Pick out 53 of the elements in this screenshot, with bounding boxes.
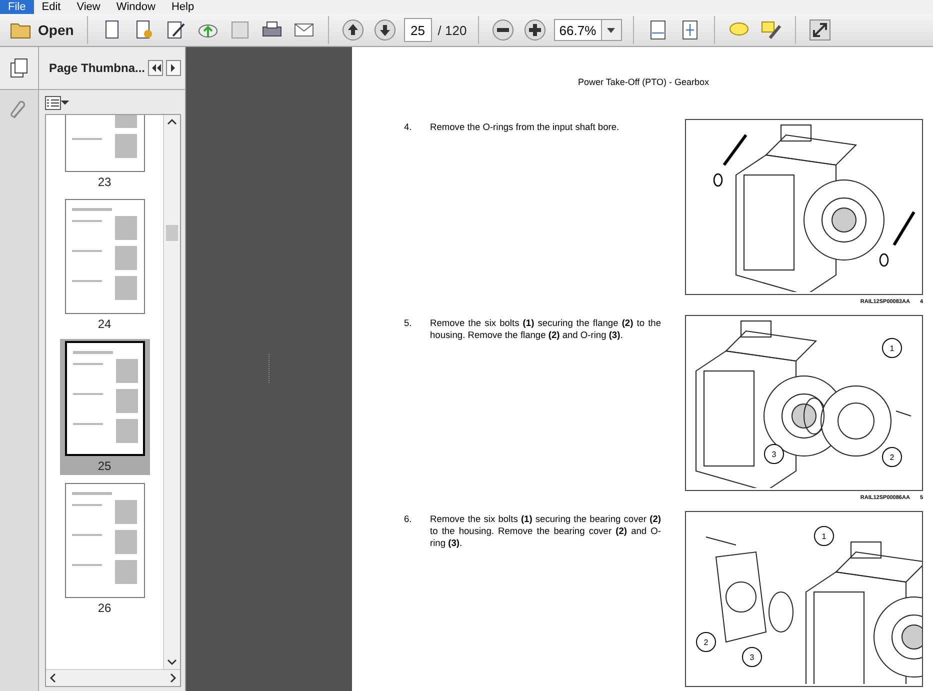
panel-title: Page Thumbna...: [49, 61, 146, 75]
arrow-down-icon: [374, 19, 396, 41]
callout-number: 2: [696, 632, 716, 652]
page-number-field[interactable]: 25: [404, 18, 432, 42]
save-icon: [228, 19, 251, 41]
step-text: Remove the six bolts (1) securing the bearing cover (2) to the housing. Remove the bearing cover (2) and O-ring (3).: [430, 513, 661, 550]
callout-number: 2: [882, 447, 902, 467]
page-number-label: 24: [98, 317, 112, 331]
expand-icon: [808, 19, 831, 41]
step-number: 5.: [404, 317, 413, 330]
scroll-thumb[interactable]: [166, 225, 178, 241]
step-number: 6.: [404, 513, 413, 526]
page-number-label: 25: [98, 459, 112, 473]
callout-number: 3: [742, 647, 762, 667]
menu-item[interactable]: Edit: [34, 0, 69, 14]
arrow-up-icon: [342, 19, 364, 41]
previous-page-button[interactable]: [340, 17, 366, 43]
splitter-grip-icon[interactable]: [267, 354, 271, 384]
step-text: Remove the six bolts (1) securing the flange (2) to the housing. Remove the flange (2) and O-ring (3).: [430, 317, 661, 342]
menu-item[interactable]: File: [0, 0, 34, 14]
open-button[interactable]: Open: [8, 17, 76, 43]
plus-icon: [524, 19, 546, 41]
pages-icon: [8, 57, 30, 79]
menu-item[interactable]: Help: [163, 0, 202, 14]
vertical-scrollbar[interactable]: [163, 115, 180, 669]
zoom-in-button[interactable]: [522, 17, 548, 43]
page-thumbnail[interactable]: 25: [60, 339, 150, 475]
options-button[interactable]: [45, 96, 69, 110]
page-number-label: 23: [98, 175, 112, 189]
page-total: / 120: [438, 22, 467, 38]
menu-item[interactable]: View: [68, 0, 108, 14]
step-number: 4.: [404, 121, 413, 134]
double-caret-left-icon: [150, 64, 160, 72]
menu-item[interactable]: Window: [108, 0, 164, 14]
minus-icon: [492, 19, 514, 41]
zoom-field[interactable]: 66.7%: [554, 19, 602, 41]
collapse-button[interactable]: [148, 60, 163, 76]
page-number-label: 26: [98, 601, 112, 615]
callout-number: 1: [814, 526, 834, 546]
caret-right-icon: [170, 64, 176, 72]
zoom-out-button[interactable]: [490, 17, 516, 43]
expand-button[interactable]: [806, 17, 833, 43]
step-text: Remove the O-rings from the input shaft bore.: [430, 121, 620, 134]
zoom-dropdown-button[interactable]: [602, 19, 622, 41]
caret-down-icon: [607, 28, 616, 32]
highlighter-icon: [760, 19, 782, 41]
page-header: Power Take-Off (PTO) - Gearbox: [576, 77, 710, 87]
horizontal-scrollbar[interactable]: [46, 669, 180, 686]
options-list-icon: [45, 96, 69, 110]
next-page-button[interactable]: [372, 17, 398, 43]
callout-number: 1: [882, 338, 902, 358]
pencil-document-icon: [164, 19, 187, 41]
next-button[interactable]: [166, 60, 181, 76]
